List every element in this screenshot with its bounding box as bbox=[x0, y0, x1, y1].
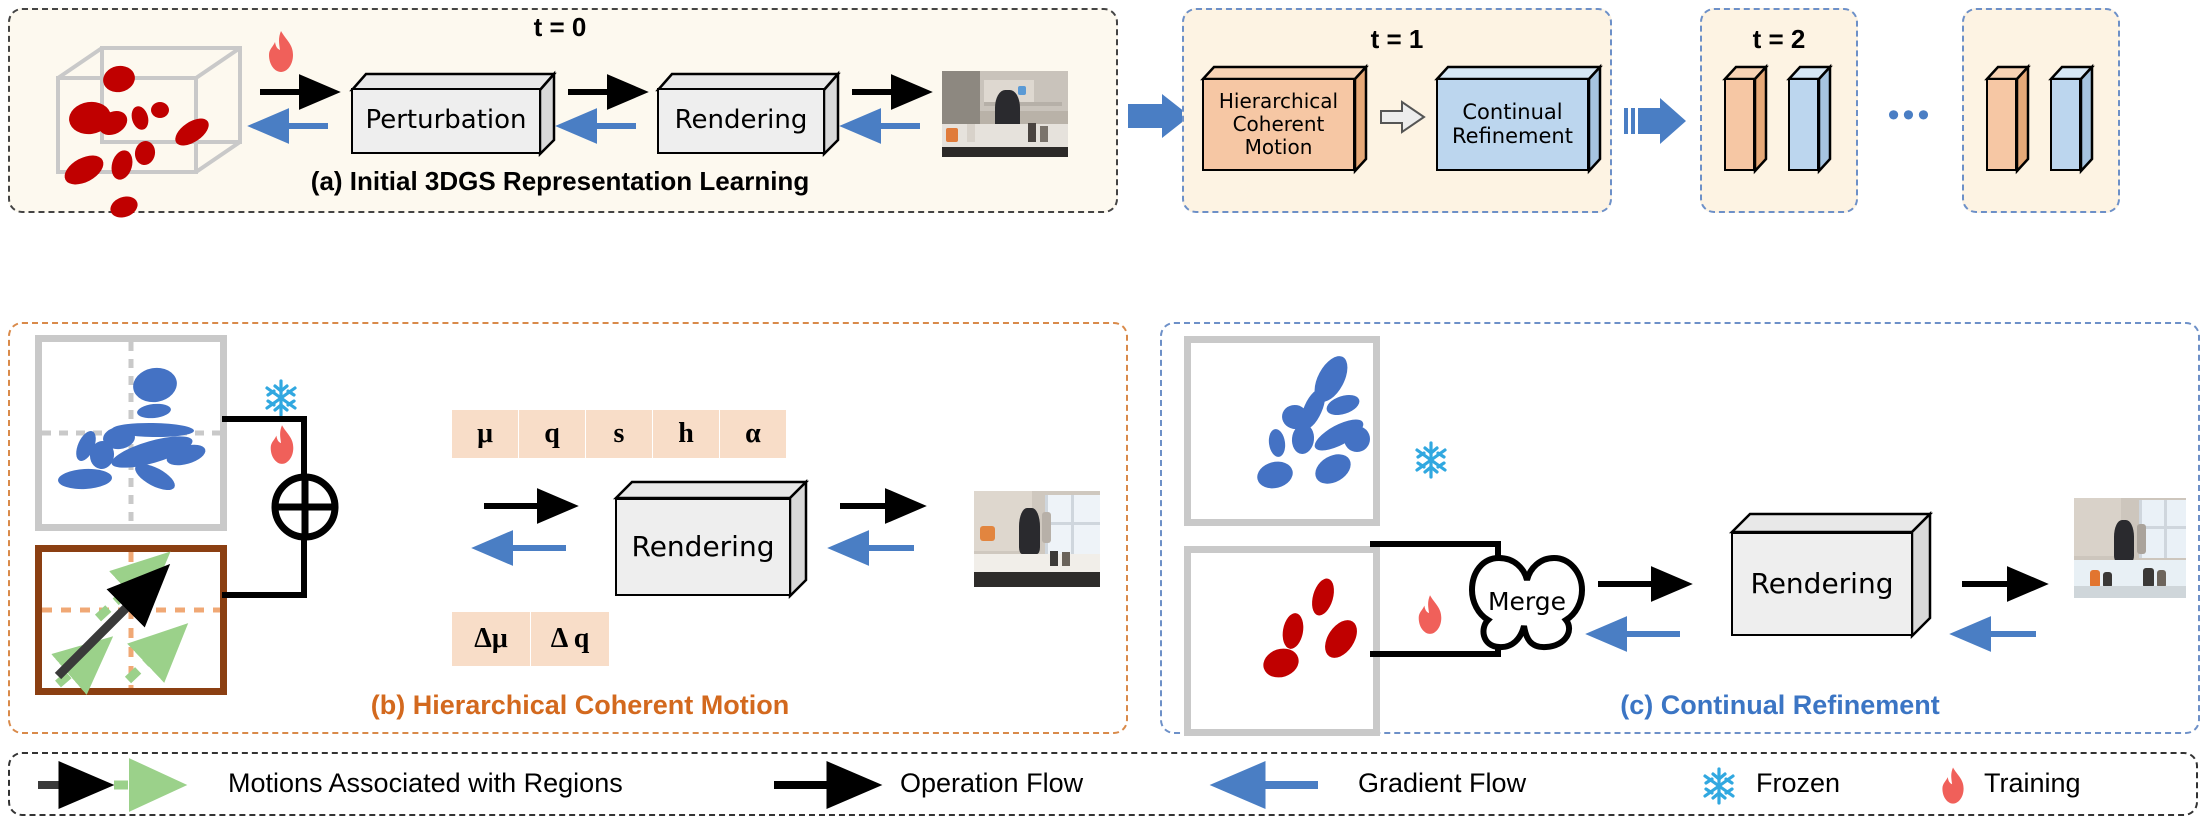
rendering-box-c-label: Rendering bbox=[1731, 532, 1913, 636]
delta-param-chip: Δ q bbox=[531, 612, 609, 666]
legend-label-operation: Operation Flow bbox=[900, 768, 1084, 798]
legend-label-gradient: Gradient Flow bbox=[1358, 768, 1527, 798]
panel-b-caption: (b) Hierarchical Coherent Motion bbox=[370, 690, 790, 720]
merge-label-text: Merge bbox=[1488, 587, 1566, 616]
motion-region-grid bbox=[35, 545, 227, 695]
time-label-t2: t = 2 bbox=[1752, 24, 1806, 54]
training-gaussians-panel-c bbox=[1184, 546, 1380, 736]
rendering-box-c[interactable]: Rendering bbox=[1728, 508, 1934, 640]
black-arrow-icon bbox=[774, 761, 883, 809]
panel-a-caption: (a) Initial 3DGS Representation Learning bbox=[310, 166, 810, 196]
cr-slab-t3 bbox=[2048, 63, 2095, 175]
flame-icon-legend bbox=[1938, 766, 1968, 806]
hcm-slab-t3 bbox=[1984, 63, 2031, 175]
gaussian-delta-params-row: Δμ Δ q bbox=[452, 612, 609, 666]
black-and-green-arrow-icon bbox=[38, 758, 188, 812]
arrow-merge-to-rendering-c bbox=[1585, 566, 1693, 652]
legend-label-motions: Motions Associated with Regions bbox=[228, 768, 623, 798]
panel-c-caption: (c) Continual Refinement bbox=[1620, 690, 1940, 720]
gaussian-cube bbox=[40, 30, 250, 218]
time-label-t1: t = 1 bbox=[1370, 24, 1424, 54]
snowflake-icon-c bbox=[1412, 440, 1450, 480]
arrow-rendering-to-frame-a bbox=[839, 74, 933, 144]
param-chip: s bbox=[586, 410, 653, 458]
kitchen-frame-thumbnail bbox=[942, 71, 1068, 157]
blue-arrow-icon bbox=[1209, 761, 1318, 809]
rendering-box-a-label: Rendering bbox=[657, 88, 825, 154]
arrow-rendering-to-frame-b bbox=[827, 488, 927, 566]
cr-slab-t2 bbox=[1786, 63, 1833, 175]
plus-merge-icon bbox=[268, 470, 342, 544]
snowflake-icon-b bbox=[262, 378, 300, 418]
arrow-rendering-to-frame-c bbox=[1949, 566, 2049, 652]
frozen-gaussian-grid bbox=[35, 335, 227, 531]
arrow-perturbation-to-rendering bbox=[555, 74, 649, 144]
hcm-slab-t2 bbox=[1722, 63, 1769, 175]
perturbation-box[interactable]: Perturbation bbox=[348, 66, 557, 158]
rendering-box-a[interactable]: Rendering bbox=[654, 66, 841, 158]
timeline-ellipsis: ••• bbox=[1887, 96, 1933, 134]
arrow-hcm-to-cr bbox=[1380, 100, 1426, 134]
frozen-gaussians-panel-c bbox=[1184, 336, 1380, 526]
arrow-cube-to-perturbation bbox=[247, 74, 341, 144]
legend-label-training: Training bbox=[1984, 768, 2081, 798]
hierarchical-coherent-motion-box[interactable]: Hierarchical Coherent Motion bbox=[1200, 63, 1369, 175]
window-room-frame-thumbnail bbox=[2074, 498, 2186, 598]
arrow-merge-to-rendering-b bbox=[471, 488, 579, 566]
param-chip: q bbox=[519, 410, 586, 458]
snowflake-icon-legend bbox=[1700, 766, 1738, 806]
param-chip: α bbox=[720, 410, 786, 458]
continual-refinement-box[interactable]: Continual Refinement bbox=[1434, 63, 1603, 175]
param-chip: μ bbox=[452, 410, 519, 458]
hierarchical-coherent-motion-label: Hierarchical Coherent Motion bbox=[1202, 78, 1355, 171]
rendering-box-b[interactable]: Rendering bbox=[612, 476, 810, 600]
rendering-box-b-label: Rendering bbox=[615, 498, 791, 596]
delta-param-chip: Δμ bbox=[452, 612, 531, 666]
param-chip: h bbox=[653, 410, 720, 458]
big-arrow-t1-to-t2 bbox=[1624, 98, 1686, 144]
bathroom-frame-thumbnail bbox=[974, 491, 1100, 587]
figure-root: Perturbation Rendering (a) Initial 3DGS … bbox=[0, 0, 2206, 826]
gaussian-params-row: μ q s h α bbox=[452, 410, 786, 458]
legend-label-frozen: Frozen bbox=[1756, 768, 1841, 798]
flame-icon bbox=[264, 30, 298, 74]
time-label-t0: t = 0 bbox=[533, 12, 587, 42]
continual-refinement-label: Continual Refinement bbox=[1436, 78, 1589, 171]
perturbation-box-label: Perturbation bbox=[351, 88, 541, 154]
merge-node[interactable]: Merge bbox=[1466, 552, 1588, 654]
